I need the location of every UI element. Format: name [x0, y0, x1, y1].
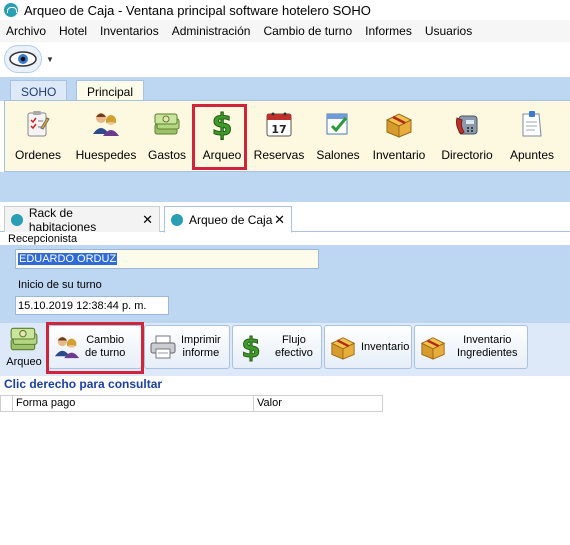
close-icon[interactable]: ✕ [142, 212, 153, 228]
arqueo-action-label: Arqueo [6, 356, 42, 368]
inicio-turno-label: Inicio de su turno [18, 279, 102, 291]
doc-tab-rack-habitaciones[interactable]: Rack de habitaciones ✕ [4, 205, 160, 234]
arqueo-action-button[interactable]: Arqueo [2, 324, 46, 374]
ribbon-button-reservas[interactable]: 17 Reservas [253, 105, 305, 169]
imprimir-informe-label: Imprimir informe [181, 334, 221, 360]
phone-icon [452, 109, 482, 139]
guests-icon [91, 109, 121, 139]
ingredientes-line1: Inventario [463, 334, 512, 346]
printer-icon [149, 333, 177, 361]
money-stack-icon [152, 109, 182, 139]
ribbon-footer-strip [0, 172, 570, 202]
ribbon-label-huespedes: Huespedes [75, 148, 137, 162]
tab-soho[interactable]: SOHO [10, 80, 68, 102]
flujo-line2: efectivo [275, 347, 313, 359]
menu-administracion[interactable]: Administración [172, 24, 251, 38]
flujo-efectivo-label: Flujo efectivo [275, 334, 313, 360]
inventario-ingredientes-label: Inventario Ingredientes [457, 334, 518, 360]
ribbon-label-reservas: Reservas [253, 148, 305, 162]
cambio-turno-highlight-frame [46, 322, 144, 374]
calendar-icon: 17 [264, 109, 294, 139]
doc-tab-arqueo-de-caja[interactable]: Arqueo de Caja ✕ [164, 206, 292, 233]
inicio-turno-field[interactable]: 15.10.2019 12:38:44 p. m. [15, 296, 169, 315]
imprimir-line1: Imprimir [181, 334, 221, 346]
ribbon-button-apuntes[interactable]: Apuntes [505, 105, 559, 169]
calendar-day: 17 [271, 123, 286, 136]
ribbon-label-gastos: Gastos [147, 148, 186, 162]
soho-app-icon [171, 213, 183, 226]
box-icon [419, 333, 447, 361]
recepcionista-value: EDUARDO ORDUZ [18, 253, 118, 265]
column-header-forma-pago[interactable]: Forma pago [13, 396, 254, 411]
quick-access-dropdown[interactable]: ▼ [46, 55, 54, 64]
close-icon[interactable]: ✕ [274, 212, 285, 228]
grid-row-header [1, 396, 13, 411]
column-header-valor[interactable]: Valor [254, 396, 382, 411]
menu-usuarios[interactable]: Usuarios [425, 24, 472, 38]
menu-archivo[interactable]: Archivo [6, 24, 46, 38]
ribbon-button-huespedes[interactable]: Huespedes [75, 105, 137, 169]
inventario-label: Inventario [361, 340, 410, 353]
ribbon-button-gastos[interactable]: Gastos [145, 105, 189, 169]
ribbon-button-salones[interactable]: Salones [313, 105, 363, 169]
payments-grid-header: Forma pago Valor [0, 395, 383, 412]
imprimir-line2: informe [182, 347, 220, 359]
menu-inventarios[interactable]: Inventarios [100, 24, 159, 38]
eye-button[interactable] [4, 45, 42, 73]
flujo-line1: Flujo [282, 334, 306, 346]
quick-access-bar: ▼ [0, 43, 570, 77]
ribbon-label-inventario: Inventario [372, 148, 426, 162]
ribbon-button-directorio[interactable]: Directorio [437, 105, 497, 169]
ribbon-label-apuntes: Apuntes [509, 148, 555, 162]
inventario-button[interactable]: Inventario [324, 325, 412, 369]
arqueo-highlight-frame [192, 104, 247, 170]
eye-icon [9, 51, 37, 67]
ribbon-button-ordenes[interactable]: Ordenes [13, 105, 63, 169]
recepcionista-label: Recepcionista [8, 233, 78, 245]
clipboard-checklist-icon [23, 109, 53, 139]
money-stack-icon [10, 327, 38, 351]
flujo-efectivo-button[interactable]: $ Flujo efectivo [232, 325, 322, 369]
payments-grid-area [0, 392, 570, 545]
ribbon-button-inventario[interactable]: Inventario [371, 105, 427, 169]
title-bar: Arqueo de Caja - Ventana principal softw… [0, 0, 570, 20]
doc-tab-label: Arqueo de Caja [189, 212, 273, 227]
hint-text: Clic derecho para consultar [4, 377, 163, 391]
svg-text:$: $ [241, 332, 260, 362]
soho-app-icon [11, 213, 23, 226]
box-icon [329, 333, 357, 361]
ribbon-label-ordenes: Ordenes [14, 148, 62, 162]
menu-informes[interactable]: Informes [365, 24, 412, 38]
dollar-sign-icon: $ [237, 332, 265, 362]
ribbon-label-directorio: Directorio [441, 148, 493, 162]
menu-cambio-de-turno[interactable]: Cambio de turno [263, 24, 352, 38]
document-tab-bar: Rack de habitaciones ✕ Arqueo de Caja ✕ [0, 202, 570, 234]
recepcionista-field[interactable]: EDUARDO ORDUZ [15, 249, 319, 269]
window-title: Arqueo de Caja - Ventana principal softw… [24, 2, 371, 18]
note-icon [517, 109, 547, 139]
box-icon [384, 109, 414, 139]
imprimir-informe-button[interactable]: Imprimir informe [144, 325, 230, 369]
ingredientes-line2: Ingredientes [457, 347, 518, 359]
ribbon-tab-strip: SOHO Principal [0, 77, 570, 103]
inventario-ingredientes-button[interactable]: Inventario Ingredientes [414, 325, 528, 369]
menu-bar: Archivo Hotel Inventarios Administración… [0, 20, 570, 42]
ribbon-label-salones: Salones [316, 148, 360, 162]
menu-hotel[interactable]: Hotel [59, 24, 87, 38]
doc-tab-label: Rack de habitaciones [28, 205, 97, 234]
checklist-icon [323, 109, 353, 139]
soho-app-icon [4, 3, 18, 17]
ribbon-panel: Ordenes Huespedes Gastos $ Arqueo 17 Res… [4, 100, 570, 172]
